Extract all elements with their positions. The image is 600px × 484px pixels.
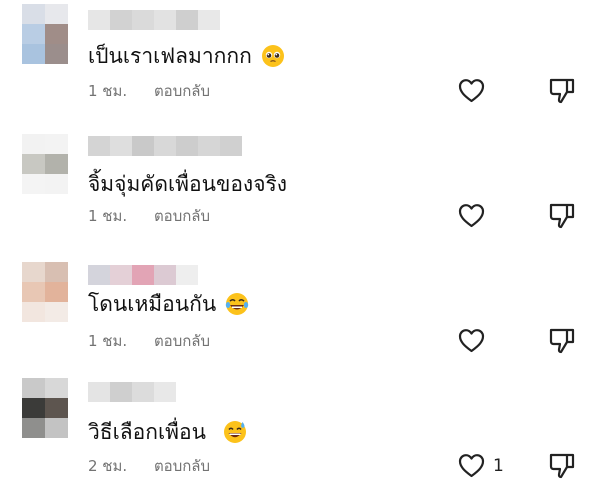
heart-icon xyxy=(458,79,485,103)
username-pixel xyxy=(154,136,176,156)
comment-text-content: วิธีเลือกเพื่อน xyxy=(88,420,206,444)
avatar[interactable] xyxy=(22,4,68,64)
avatar-pixel xyxy=(45,174,68,194)
username-pixel xyxy=(198,10,220,30)
username-pixel xyxy=(132,265,154,285)
username-pixel xyxy=(88,382,110,402)
avatar-pixel xyxy=(45,134,68,154)
avatar-pixel xyxy=(45,398,68,418)
avatar-pixel xyxy=(22,44,45,64)
dislike-button[interactable] xyxy=(548,327,576,359)
avatar-pixel xyxy=(22,154,45,174)
like-button[interactable] xyxy=(458,203,493,228)
comment-meta: 1 ชม. ตอบกลับ xyxy=(88,331,210,351)
username-pixel xyxy=(176,265,198,285)
like-count: 1 xyxy=(493,455,504,476)
heart-icon xyxy=(458,329,485,353)
avatar-pixel xyxy=(45,302,68,322)
avatar-pixel xyxy=(45,154,68,174)
comment-text-content: โดนเหมือนกัน xyxy=(88,292,217,316)
avatar-pixel xyxy=(45,4,68,24)
comment-time: 1 ชม. xyxy=(88,82,128,100)
avatar[interactable] xyxy=(22,134,68,194)
username-pixel xyxy=(110,10,132,30)
username-redacted[interactable] xyxy=(88,382,176,402)
thumbs-down-icon xyxy=(549,203,575,229)
avatar-pixel xyxy=(45,378,68,398)
thumbs-down-icon xyxy=(549,453,575,479)
avatar-pixel xyxy=(45,262,68,282)
like-button[interactable] xyxy=(458,328,493,353)
avatar-pixel xyxy=(22,302,45,322)
comment-text: วิธีเลือกเพื่อน xyxy=(88,418,247,446)
username-redacted[interactable] xyxy=(88,10,220,30)
comment-time: 1 ชม. xyxy=(88,332,128,350)
username-pixel xyxy=(198,136,220,156)
avatar-pixel xyxy=(45,24,68,44)
like-button[interactable]: 1 xyxy=(458,453,504,478)
avatar-pixel xyxy=(22,378,45,398)
avatar[interactable] xyxy=(22,262,68,322)
avatar-pixel xyxy=(22,262,45,282)
reply-button[interactable]: ตอบกลับ xyxy=(154,457,210,475)
avatar-pixel xyxy=(22,134,45,154)
comment-meta: 2 ชม. ตอบกลับ xyxy=(88,456,210,476)
username-pixel xyxy=(88,136,110,156)
avatar[interactable] xyxy=(22,378,68,438)
username-pixel xyxy=(110,265,132,285)
username-pixel xyxy=(88,10,110,30)
heart-icon xyxy=(458,204,485,228)
avatar-pixel xyxy=(22,24,45,44)
avatar-pixel xyxy=(45,282,68,302)
grinning-sweat-emoji xyxy=(223,421,246,443)
dislike-button[interactable] xyxy=(548,452,576,484)
avatar-pixel xyxy=(22,4,45,24)
comment-text: เป็นเราเฟลมากกก xyxy=(88,42,285,70)
thumbs-down-icon xyxy=(549,328,575,354)
comment-text-content: จิ้มจุ่มคัดเพื่อนของจริง xyxy=(88,172,288,196)
comment-time: 2 ชม. xyxy=(88,457,128,475)
like-button[interactable] xyxy=(458,78,493,103)
username-redacted[interactable] xyxy=(88,265,198,285)
face-with-tears-of-joy-emoji xyxy=(225,293,249,315)
username-pixel xyxy=(176,10,198,30)
username-pixel xyxy=(132,10,154,30)
avatar-pixel xyxy=(22,398,45,418)
username-pixel xyxy=(110,382,132,402)
dislike-button[interactable] xyxy=(548,202,576,234)
comment-text: โดนเหมือนกัน xyxy=(88,290,249,318)
comment-text: จิ้มจุ่มคัดเพื่อนของจริง xyxy=(88,170,287,198)
avatar-pixel xyxy=(45,418,68,438)
comment-time: 1 ชม. xyxy=(88,207,128,225)
username-pixel xyxy=(154,10,176,30)
username-pixel xyxy=(220,136,242,156)
avatar-pixel xyxy=(22,418,45,438)
reply-button[interactable]: ตอบกลับ xyxy=(154,207,210,225)
heart-icon xyxy=(458,454,485,478)
comment-meta: 1 ชม. ตอบกลับ xyxy=(88,206,210,226)
thumbs-down-icon xyxy=(549,78,575,104)
username-pixel xyxy=(88,265,110,285)
avatar-pixel xyxy=(22,174,45,194)
avatar-pixel xyxy=(22,282,45,302)
username-pixel xyxy=(132,136,154,156)
comment-meta: 1 ชม. ตอบกลับ xyxy=(88,81,210,101)
username-pixel xyxy=(154,382,176,402)
reply-button[interactable]: ตอบกลับ xyxy=(154,82,210,100)
reply-button[interactable]: ตอบกลับ xyxy=(154,332,210,350)
avatar-pixel xyxy=(45,44,68,64)
username-redacted[interactable] xyxy=(88,136,242,156)
username-pixel xyxy=(154,265,176,285)
comment-text-content: เป็นเราเฟลมากกก xyxy=(88,44,252,68)
username-pixel xyxy=(176,136,198,156)
dislike-button[interactable] xyxy=(548,77,576,109)
pleading-face-emoji xyxy=(261,45,284,67)
username-pixel xyxy=(110,136,132,156)
username-pixel xyxy=(132,382,154,402)
